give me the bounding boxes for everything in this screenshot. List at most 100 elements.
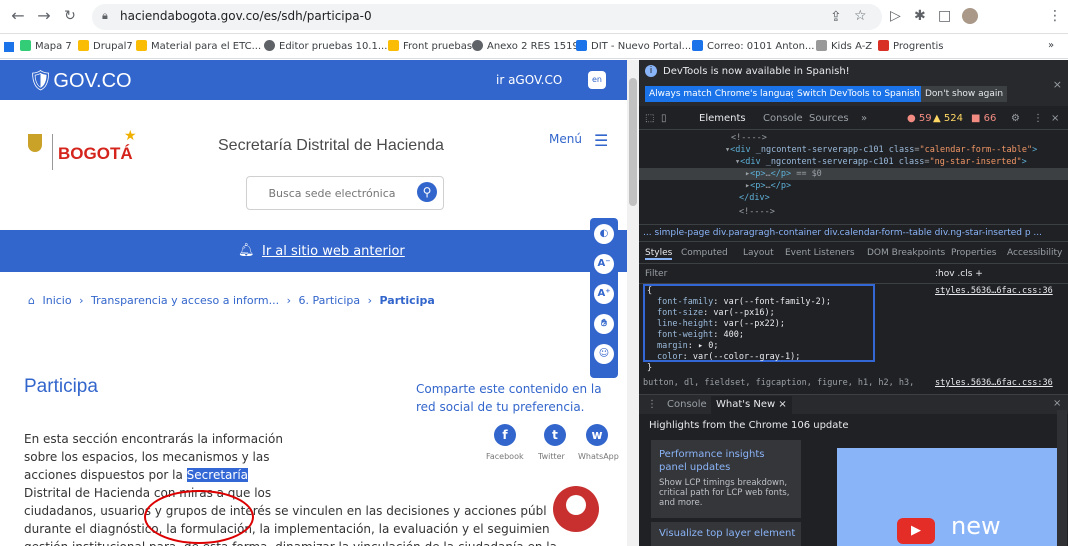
dom-node[interactable]: ▾<div _ngcontent-serverapp-c101 class="c…	[725, 144, 1037, 156]
bookmarks-overflow[interactable]: »	[1048, 40, 1054, 51]
address-bar[interactable]: 🔒︎ haciendabogota.gov.co/es/sdh/particip…	[92, 4, 882, 30]
bookmark-progrentis[interactable]: Progrentis	[878, 40, 944, 52]
settings-icon[interactable]: ⚙	[1011, 113, 1020, 124]
menu-kebab-icon[interactable]: ⋮	[1048, 8, 1062, 24]
error-count[interactable]: ● 59	[907, 113, 932, 124]
forward-icon[interactable]: →	[34, 6, 54, 26]
breadcrumb-transparencia[interactable]: Transparencia y acceso a inform...	[91, 294, 279, 307]
drawer-scrollbar[interactable]	[1057, 410, 1067, 546]
dont-show-button[interactable]: Don't show again	[921, 86, 1008, 102]
card-title[interactable]: Visualize top layer element	[659, 528, 795, 539]
share-icon[interactable]: ⇪	[830, 9, 842, 25]
subtab-dom-breakpoints[interactable]: DOM Breakpoints	[867, 248, 945, 258]
contrast-icon[interactable]: ◐	[594, 224, 614, 244]
extensions-icon[interactable]: ✱	[914, 8, 926, 24]
css-declaration[interactable]: font-weight: 400;	[657, 330, 744, 341]
breadcrumb-participa-6[interactable]: 6. Participa	[299, 294, 361, 307]
video-label: new	[951, 512, 1001, 540]
menu-button[interactable]: Menú	[549, 132, 582, 146]
decrease-text-icon[interactable]: A⁻	[594, 254, 614, 274]
bookmark-editor[interactable]: Editor pruebas 10.1...	[264, 40, 387, 52]
css-declaration[interactable]: font-size: var(--px16);	[657, 308, 775, 319]
bookmark-mapa7[interactable]: Mapa 7	[20, 40, 72, 52]
bookmark-front[interactable]: Front pruebas	[388, 40, 472, 52]
filter-input[interactable]: Filter	[645, 269, 667, 279]
subtab-accessibility[interactable]: Accessibility	[1007, 248, 1062, 258]
reload-icon[interactable]: ↻	[60, 6, 80, 26]
dom-comment[interactable]: <!---->	[739, 206, 775, 218]
sign-language-icon[interactable]: ✋︎	[594, 314, 614, 334]
css-declaration[interactable]: font-family: var(--font-family-2);	[657, 297, 831, 308]
next-selector[interactable]: button, dl, fieldset, figcaption, figure…	[643, 378, 914, 388]
dom-node[interactable]: </div>	[739, 192, 770, 204]
dom-node-selected[interactable]: ▸<p>…</p> == $0	[639, 168, 1068, 180]
old-site-link[interactable]: Ir al sitio web anterior	[262, 244, 405, 259]
gov-logo[interactable]: 🛡︎GOV.CO	[28, 68, 132, 93]
extension-play-icon[interactable]: ▷	[890, 8, 901, 24]
breadcrumb-home[interactable]: Inicio	[42, 294, 71, 307]
url-text[interactable]: haciendabogota.gov.co/es/sdh/participa-0	[120, 9, 372, 23]
styles-filter-bar: Filter :hov .cls +	[639, 264, 1068, 284]
body-line: acciones dispuestos por la Secretaría	[24, 466, 624, 484]
dom-comment[interactable]: <!---->	[731, 132, 767, 144]
side-panel-icon[interactable]: □	[938, 8, 951, 24]
switch-spanish-button[interactable]: Switch DevTools to Spanish	[793, 86, 924, 102]
drawer-tab-console[interactable]: Console	[667, 399, 707, 410]
page-scrollbar[interactable]	[627, 60, 639, 546]
warning-count[interactable]: ▲ 524	[933, 113, 963, 124]
match-language-button[interactable]: Always match Chrome's language	[645, 86, 806, 102]
gov-link[interactable]: ir aGOV.CO	[496, 73, 562, 87]
back-icon[interactable]: ←	[8, 6, 28, 26]
subtab-computed[interactable]: Computed	[681, 248, 728, 258]
close-icon[interactable]: ×	[1053, 78, 1062, 91]
chat-assistant-button[interactable]	[553, 486, 599, 532]
bookmark-correo[interactable]: Correo: 0101 Anton...	[692, 40, 814, 52]
bogota-logo[interactable]: BOGOTÁ ★	[28, 128, 178, 174]
apps-icon[interactable]	[4, 42, 14, 52]
scrollbar-thumb[interactable]	[629, 78, 637, 206]
dom-node[interactable]: ▸<p>…</p>	[745, 180, 791, 192]
profile-avatar[interactable]	[962, 8, 978, 24]
filter-tools[interactable]: :hov .cls +	[935, 269, 983, 279]
increase-text-icon[interactable]: A⁺	[594, 284, 614, 304]
search-icon[interactable]: ⚲	[417, 182, 437, 202]
subtab-layout[interactable]: Layout	[743, 248, 774, 258]
star-icon[interactable]: ☆	[854, 8, 867, 24]
bookmark-drupal7[interactable]: Drupal7	[78, 40, 133, 52]
stylesheet-link-2[interactable]: styles.5636…6fac.css:36	[935, 378, 1053, 388]
whats-new-card[interactable]: Visualize top layer element	[651, 522, 801, 546]
whats-new-card[interactable]: Performance insights panel updates Show …	[651, 440, 801, 518]
language-button[interactable]: en	[588, 71, 606, 89]
issues-count[interactable]: ■ 66	[971, 113, 996, 124]
drawer-tab-whats-new[interactable]: What's New ×	[711, 396, 792, 414]
search-input[interactable]	[247, 177, 417, 209]
stylesheet-link[interactable]: styles.5636…6fac.css:36	[935, 286, 1053, 297]
subtab-properties[interactable]: Properties	[951, 248, 996, 258]
css-declaration[interactable]: line-height: var(--px22);	[657, 319, 785, 330]
devtools-breadcrumb[interactable]: ... simple-page div.paragragh-container …	[639, 224, 1068, 242]
css-declaration[interactable]: margin: ▸ 0;	[657, 341, 718, 352]
whats-new-video[interactable]: ▶ new	[837, 448, 1057, 546]
device-toggle-icon[interactable]: ▯	[661, 113, 667, 124]
bookmark-anexo[interactable]: Anexo 2 RES 1519	[472, 40, 579, 52]
subtab-event-listeners[interactable]: Event Listeners	[785, 248, 855, 258]
drawer-menu-icon[interactable]: ⋮	[647, 399, 657, 410]
close-drawer-icon[interactable]: ×	[1053, 398, 1061, 409]
subtab-styles[interactable]: Styles	[645, 248, 673, 260]
tab-elements[interactable]: Elements	[699, 113, 746, 124]
tab-sources[interactable]: Sources	[809, 113, 849, 124]
play-icon[interactable]: ▶	[897, 518, 935, 544]
bookmark-dit[interactable]: DIT - Nuevo Portal...	[576, 40, 691, 52]
more-tabs[interactable]: »	[861, 113, 867, 124]
devtools-menu-icon[interactable]: ⋮	[1033, 113, 1043, 124]
css-declaration[interactable]: color: var(--color--gray-1);	[657, 352, 800, 363]
inspect-icon[interactable]: ⬚	[645, 113, 654, 124]
tab-console[interactable]: Console	[763, 113, 803, 124]
close-devtools-icon[interactable]: ×	[1051, 113, 1059, 124]
bookmark-material[interactable]: Material para el ETC...	[136, 40, 261, 52]
bookmark-kids[interactable]: Kids A-Z	[816, 40, 872, 52]
dom-node[interactable]: ▾<div _ngcontent-serverapp-c101 class="n…	[735, 156, 1027, 168]
card-title[interactable]: Performance insights panel updates	[659, 448, 795, 474]
hamburger-icon[interactable]: ☰	[594, 131, 608, 150]
chat-accessibility-icon[interactable]: ☺	[594, 344, 614, 364]
